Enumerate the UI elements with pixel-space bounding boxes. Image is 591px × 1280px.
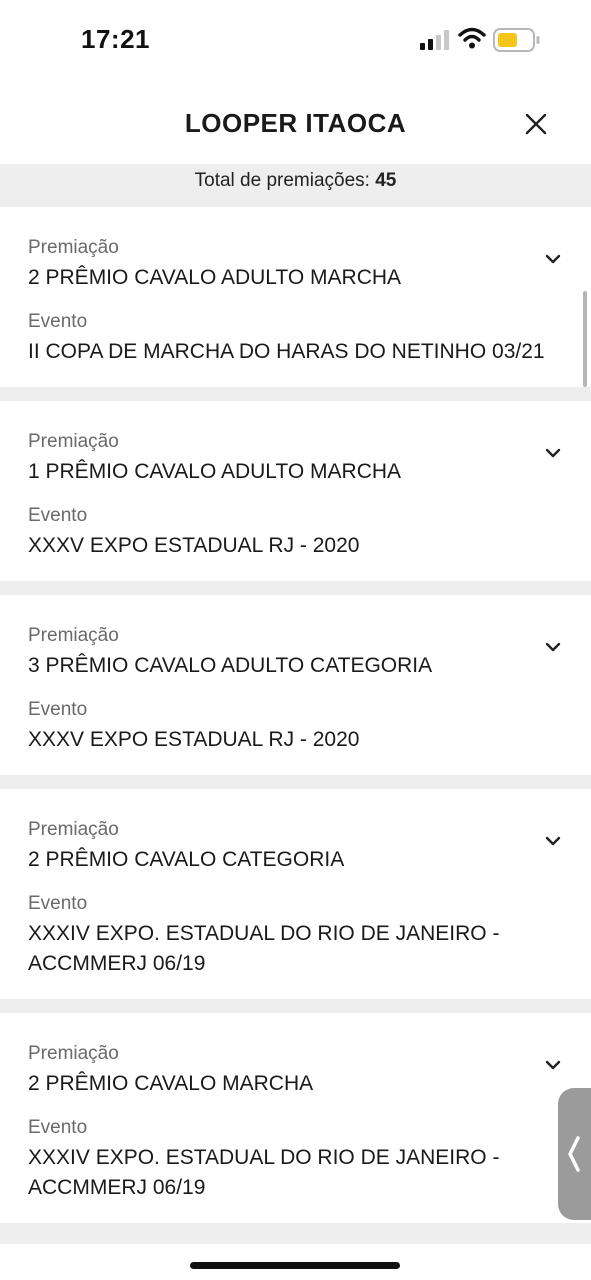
- event-label: Evento: [28, 699, 88, 720]
- side-drawer-handle[interactable]: [558, 1088, 591, 1220]
- chevron-down-icon[interactable]: [545, 447, 561, 459]
- header: LOOPER ITAOCA: [0, 88, 591, 164]
- event-value: XXXV EXPO ESTADUAL RJ - 2020: [28, 534, 360, 557]
- event-value: II COPA DE MARCHA DO HARAS DO NETINHO 03…: [28, 340, 545, 363]
- home-indicator[interactable]: [190, 1262, 400, 1269]
- close-icon[interactable]: [518, 106, 554, 142]
- award-value: 1 PRÊMIO CAVALO ADULTO MARCHA: [28, 460, 402, 483]
- award-card[interactable]: Premiação 3 PRÊMIO CAVALO ADULTO CATEGOR…: [0, 595, 591, 775]
- award-label: Premiação: [28, 237, 119, 258]
- chevron-down-icon[interactable]: [545, 1059, 561, 1071]
- award-value: 3 PRÊMIO CAVALO ADULTO CATEGORIA: [28, 654, 433, 677]
- award-label: Premiação: [28, 1043, 119, 1064]
- total-label: Total de premiações:: [194, 170, 370, 191]
- award-card[interactable]: Premiação 2 PRÊMIO CAVALO ADULTO MARCHA …: [0, 207, 591, 387]
- battery-icon: [493, 28, 540, 52]
- award-label: Premiação: [28, 625, 119, 646]
- event-value: XXXV EXPO ESTADUAL RJ - 2020: [28, 728, 360, 751]
- award-value: 2 PRÊMIO CAVALO CATEGORIA: [28, 848, 345, 871]
- event-label: Evento: [28, 311, 88, 332]
- bottom-area: [0, 1244, 591, 1280]
- award-value: 2 PRÊMIO CAVALO ADULTO MARCHA: [28, 266, 402, 289]
- event-label: Evento: [28, 1117, 88, 1138]
- status-bar: 17:21: [0, 0, 591, 80]
- chevron-down-icon[interactable]: [545, 641, 561, 653]
- cellular-signal-icon: [420, 30, 449, 50]
- scrollbar-thumb[interactable]: [583, 291, 587, 387]
- award-card[interactable]: Premiação 2 PRÊMIO CAVALO MARCHA Evento …: [0, 1013, 591, 1223]
- award-label: Premiação: [28, 819, 119, 840]
- event-value: XXXIV EXPO. ESTADUAL DO RIO DE JANEIRO -…: [28, 1146, 500, 1199]
- award-value: 2 PRÊMIO CAVALO MARCHA: [28, 1072, 314, 1095]
- chevron-left-icon: [568, 1136, 580, 1172]
- awards-list[interactable]: Total de premiações: 45 Premiação 2 PRÊM…: [0, 164, 591, 1244]
- event-value: XXXIV EXPO. ESTADUAL DO RIO DE JANEIRO -…: [28, 922, 500, 975]
- total-awards-summary: Total de premiações: 45: [0, 164, 591, 207]
- award-label: Premiação: [28, 431, 119, 452]
- event-label: Evento: [28, 893, 88, 914]
- status-time: 17:21: [81, 24, 150, 54]
- award-card[interactable]: Premiação 2 PRÊMIO CAVALO CATEGORIA Even…: [0, 789, 591, 999]
- wifi-icon: [458, 27, 486, 49]
- chevron-down-icon[interactable]: [545, 253, 561, 265]
- page-title: LOOPER ITAOCA: [184, 108, 407, 138]
- award-card[interactable]: Premiação 1 PRÊMIO CAVALO ADULTO MARCHA …: [0, 401, 591, 581]
- event-label: Evento: [28, 505, 88, 526]
- total-count: 45: [375, 170, 397, 191]
- chevron-down-icon[interactable]: [545, 835, 561, 847]
